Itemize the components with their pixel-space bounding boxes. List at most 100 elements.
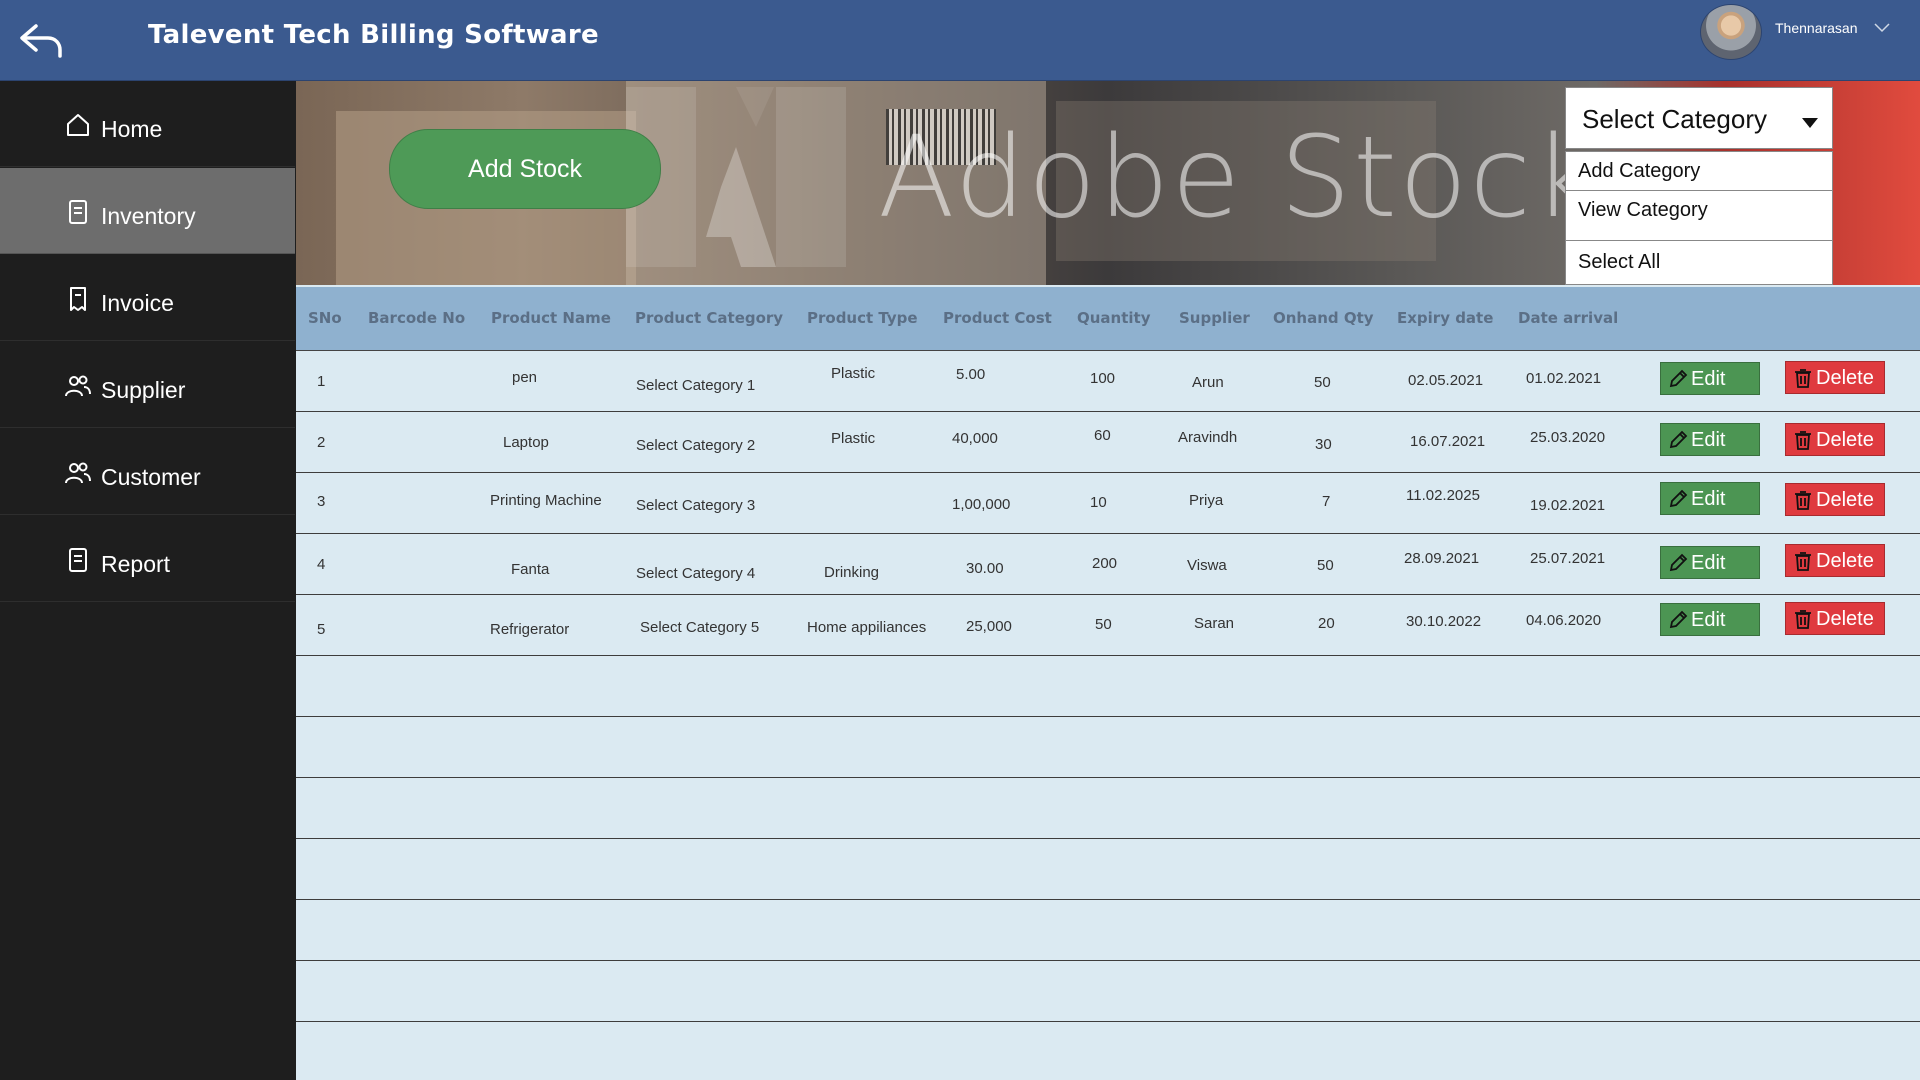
edit-button[interactable]: Edit (1660, 362, 1760, 395)
menu-item-add-category[interactable]: Add Category (1566, 160, 1832, 183)
edit-button[interactable]: Edit (1660, 546, 1760, 579)
add-stock-button[interactable]: Add Stock (389, 129, 661, 209)
home-icon (64, 111, 92, 139)
sidebar-item-customer[interactable]: Customer (0, 429, 295, 515)
cell-supplier: Priya (1189, 492, 1224, 509)
cell-sno: 4 (317, 556, 326, 573)
cell-expiry: 28.09.2021 (1404, 550, 1480, 567)
category-select[interactable]: Select Category (1565, 87, 1833, 149)
receipt-icon (64, 285, 92, 313)
cell-category: Select Category 4 (636, 565, 756, 582)
sidebar-item-home[interactable]: Home (0, 81, 295, 167)
sidebar-item-label: Home (101, 116, 163, 142)
document-icon (64, 546, 92, 574)
cell-quantity: 50 (1095, 616, 1112, 633)
cell-product-name: Laptop (503, 434, 549, 451)
column-header: Product Type (807, 309, 918, 327)
delete-button[interactable]: Delete (1785, 483, 1885, 516)
table-row: 2 Laptop Select Category 2 Plastic 40,00… (296, 412, 1920, 473)
column-header: Product Name (491, 309, 611, 327)
cell-quantity: 200 (1092, 555, 1118, 572)
menu-item-select-all[interactable]: Select All (1566, 240, 1832, 274)
banner-image: Adobe Stock Add Stock Select Category Ad… (296, 81, 1920, 285)
cell-quantity: 10 (1090, 494, 1107, 511)
column-header: Supplier (1179, 309, 1250, 327)
cell-onhand: 7 (1322, 493, 1331, 510)
trash-icon (1795, 369, 1811, 388)
main-content: Adobe Stock Add Stock Select Category Ad… (296, 81, 1920, 1080)
column-header: Onhand Qty (1273, 309, 1374, 327)
table-row: 1 pen Select Category 1 Plastic 5.00 100… (296, 351, 1920, 412)
cell-category: Select Category 1 (636, 377, 756, 394)
edit-button[interactable]: Edit (1660, 603, 1760, 636)
cell-product-name: Fanta (511, 561, 550, 578)
cell-arrival: 25.03.2020 (1530, 429, 1606, 446)
delete-button[interactable]: Delete (1785, 423, 1885, 456)
cell-type: Plastic (831, 365, 876, 382)
user-avatar[interactable] (1700, 4, 1762, 60)
cell-cost: 30.00 (966, 560, 1004, 577)
cell-arrival: 04.06.2020 (1526, 612, 1602, 629)
cell-onhand: 50 (1314, 374, 1331, 391)
cell-onhand: 30 (1315, 436, 1332, 453)
cell-expiry: 30.10.2022 (1406, 613, 1482, 630)
cell-product-name: Refrigerator (490, 621, 570, 638)
cell-cost: 25,000 (966, 618, 1012, 635)
sidebar-item-label: Customer (101, 464, 201, 490)
delete-button[interactable]: Delete (1785, 544, 1885, 577)
column-header: SNo (308, 309, 342, 327)
sidebar-item-supplier[interactable]: Supplier (0, 342, 295, 428)
menu-item-view-category[interactable]: View Category (1566, 190, 1832, 222)
column-header: Product Cost (943, 309, 1052, 327)
cell-category: Select Category 5 (640, 619, 760, 636)
column-header: Quantity (1077, 309, 1151, 327)
cell-supplier: Viswa (1187, 557, 1227, 574)
category-selected-value: Select Category (1582, 104, 1767, 134)
pencil-icon (1669, 553, 1688, 572)
sidebar: Home Inventory Invoice Supplier Customer… (0, 81, 295, 1080)
sidebar-item-label: Inventory (101, 203, 196, 229)
user-name[interactable]: Thennarasan (1775, 20, 1858, 36)
edit-label: Edit (1691, 368, 1726, 390)
people-icon (64, 459, 92, 487)
pencil-icon (1669, 489, 1688, 508)
delete-button[interactable]: Delete (1785, 361, 1885, 394)
cell-arrival: 19.02.2021 (1530, 497, 1606, 514)
delete-label: Delete (1816, 429, 1874, 451)
sidebar-item-label: Supplier (101, 377, 186, 403)
sidebar-item-report[interactable]: Report (0, 516, 295, 602)
sidebar-item-inventory[interactable]: Inventory (0, 168, 295, 254)
cell-product-name: pen (512, 369, 538, 386)
column-header: Date arrival (1518, 309, 1619, 327)
cell-type: Plastic (831, 430, 876, 447)
column-header: Expiry date (1397, 309, 1494, 327)
empty-table-row (296, 961, 1920, 1022)
cell-sno: 3 (317, 493, 326, 510)
category-menu: Add Category View Category Select All (1565, 151, 1833, 285)
cell-onhand: 20 (1318, 615, 1335, 632)
empty-table-row (296, 717, 1920, 778)
edit-button[interactable]: Edit (1660, 482, 1760, 515)
watermark-text: Adobe Stock (878, 113, 1600, 243)
cell-onhand: 50 (1317, 557, 1334, 574)
back-arrow-icon[interactable] (16, 18, 64, 62)
edit-button[interactable]: Edit (1660, 423, 1760, 456)
sidebar-item-invoice[interactable]: Invoice (0, 255, 295, 341)
pencil-icon (1669, 369, 1688, 388)
cell-category: Select Category 3 (636, 497, 756, 514)
dropdown-arrow-icon (1802, 118, 1818, 128)
delete-label: Delete (1816, 489, 1874, 511)
table-row: 4 Fanta Select Category 4 Drinking 30.00… (296, 534, 1920, 595)
edit-label: Edit (1691, 488, 1726, 510)
empty-table-row (296, 778, 1920, 839)
column-header: Product Category (635, 309, 784, 327)
cell-product-name: Printing Machine (490, 492, 602, 509)
cell-supplier: Saran (1194, 615, 1235, 632)
chevron-down-icon[interactable] (1874, 20, 1890, 34)
trash-icon (1795, 491, 1811, 510)
trash-icon (1795, 431, 1811, 450)
cell-expiry: 11.02.2025 (1406, 487, 1480, 504)
delete-button[interactable]: Delete (1785, 602, 1885, 635)
table-row: 5 Refrigerator Select Category 5 Home ap… (296, 595, 1920, 656)
cell-type: Drinking (824, 564, 880, 581)
